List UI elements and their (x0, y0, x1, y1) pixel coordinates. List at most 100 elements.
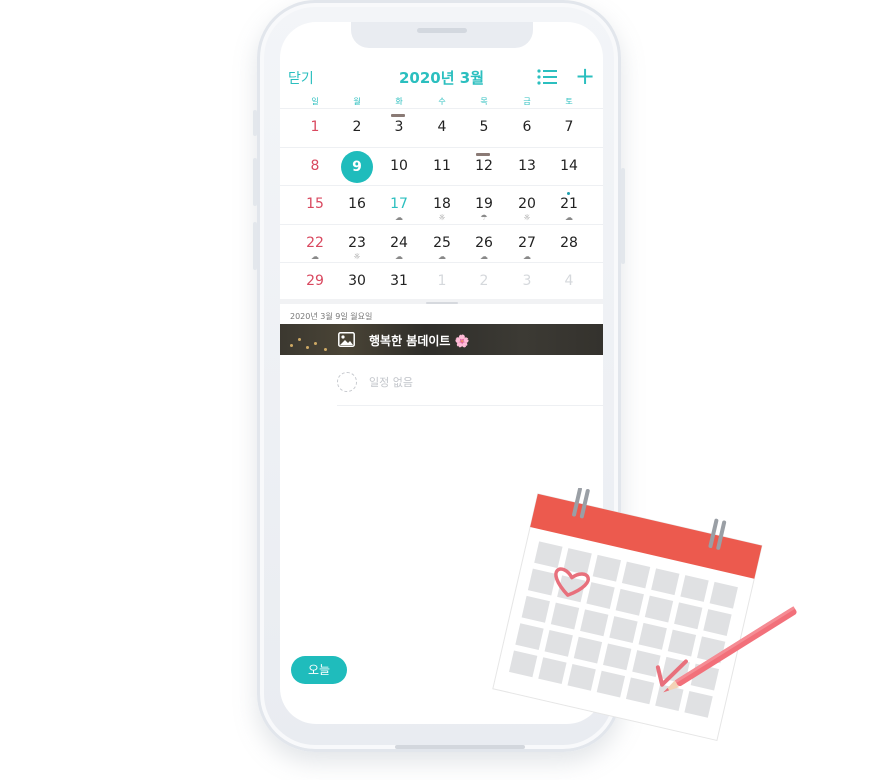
day-number: 15 (306, 196, 324, 212)
day-cell[interactable]: 28 (548, 225, 590, 263)
day-cell[interactable]: 3 (506, 263, 548, 301)
event-strip (391, 114, 405, 117)
day-cell[interactable]: 14 (548, 148, 590, 186)
day-cell[interactable]: 9 (336, 148, 378, 186)
photo-light (298, 338, 301, 341)
phone-volume-up (253, 158, 257, 206)
week-row: 1 2 3 4 5 6 7 (280, 108, 603, 147)
day-cell[interactable]: 10 (378, 148, 420, 186)
day-cell[interactable]: 19 ☂ (463, 186, 505, 224)
weekday-header: 일 월 화 수 목 금 토 (280, 96, 603, 108)
day-cell[interactable]: 11 (421, 148, 463, 186)
day-cell[interactable]: 4 (421, 109, 463, 147)
day-cell[interactable]: 16 (336, 186, 378, 224)
day-number: 23 (348, 234, 366, 251)
day-number: 29 (306, 273, 324, 289)
day-cell[interactable]: 30 (336, 263, 378, 301)
day-cell[interactable]: 13 (506, 148, 548, 186)
day-cell[interactable]: 6 (506, 109, 548, 147)
week-row: 22 ☁ 23 ☼ 24 ☁ 25 ☁ 26 ☁ 27 ☁ 28 (280, 223, 603, 263)
day-cell[interactable]: 2 (463, 263, 505, 301)
notch (351, 22, 533, 48)
week-row: 15 16 17 ☁ 18 ☼ 19 ☂ 20 ☼ 21 ☁ (280, 185, 603, 224)
day-cell[interactable]: 18 ☼ (421, 186, 463, 224)
day-number: 5 (479, 119, 489, 135)
day-cell[interactable]: 1 (294, 109, 336, 147)
image-icon (338, 332, 355, 347)
weather-icon: ☂ (480, 213, 488, 222)
weather-icon: ☼ (523, 213, 531, 222)
weather-icon: ☼ (438, 213, 446, 222)
weekday-label: 일 (311, 97, 319, 106)
event-title: 행복한 봄데이트 🌸 (369, 334, 470, 348)
day-cell[interactable]: 24 ☁ (378, 225, 420, 263)
day-cell[interactable]: 25 ☁ (421, 225, 463, 263)
day-number: 10 (390, 157, 408, 174)
day-number: 4 (437, 119, 447, 135)
day-cell[interactable]: 5 (463, 109, 505, 147)
photo-light (314, 342, 317, 345)
weather-icon: ☁ (395, 213, 403, 222)
photo-light (290, 344, 293, 347)
day-number: 8 (310, 157, 320, 174)
day-number: 7 (564, 119, 574, 135)
day-number: 12 (475, 157, 493, 174)
day-number: 2 (352, 119, 362, 135)
day-number: 19 (475, 196, 493, 212)
plus-icon[interactable]: + (575, 64, 595, 88)
photo-light (324, 348, 327, 351)
day-cell[interactable]: 8 (294, 148, 336, 186)
day-number: 18 (433, 196, 451, 212)
phone-volume-down (253, 222, 257, 270)
day-cell[interactable]: 29 (294, 263, 336, 301)
day-number: 11 (433, 157, 451, 174)
weather-icon: ☁ (438, 251, 446, 261)
day-number: 17 (390, 196, 408, 212)
day-number: 2 (479, 273, 489, 289)
week-row: 8 9 10 11 12 13 14 (280, 146, 603, 186)
photo-light (306, 346, 309, 349)
weather-icon: ☁ (565, 213, 573, 222)
today-button[interactable]: 오늘 (291, 656, 347, 684)
day-cell[interactable]: 15 (294, 186, 336, 224)
selected-date-label: 2020년 3월 9일 월요일 (290, 312, 373, 321)
day-cell[interactable]: 12 (463, 148, 505, 186)
day-number: 30 (348, 273, 366, 289)
day-cell[interactable]: 20 ☼ (506, 186, 548, 224)
day-number: 28 (560, 234, 578, 251)
weather-icon: ☁ (311, 251, 319, 261)
day-number: 3 (522, 273, 532, 289)
day-cell[interactable]: 17 ☁ (378, 186, 420, 224)
day-cell[interactable]: 27 ☁ (506, 225, 548, 263)
day-cell[interactable]: 7 (548, 109, 590, 147)
day-cell[interactable]: 21 ☁ (548, 186, 590, 224)
event-dot (567, 192, 570, 195)
day-number: 14 (560, 157, 578, 174)
day-cell[interactable]: 22 ☁ (294, 225, 336, 263)
day-cell[interactable]: 26 ☁ (463, 225, 505, 263)
no-schedule-label: 일정 없음 (369, 376, 413, 389)
day-cell[interactable]: 2 (336, 109, 378, 147)
day-number: 1 (437, 273, 447, 289)
day-cell[interactable]: 3 (378, 109, 420, 147)
weekday-label: 화 (395, 97, 403, 106)
weekday-label: 토 (565, 97, 573, 106)
drag-handle[interactable] (426, 302, 458, 304)
day-number: 16 (348, 196, 366, 212)
day-cell[interactable]: 23 ☼ (336, 225, 378, 263)
phone-power-button (621, 168, 625, 264)
list-icon[interactable] (536, 68, 558, 86)
separator (337, 405, 603, 406)
empty-circle-icon (337, 372, 357, 392)
event-strip (476, 152, 490, 156)
day-number: 31 (390, 273, 408, 289)
day-cell[interactable]: 4 (548, 263, 590, 301)
weekday-label: 목 (480, 97, 488, 106)
day-number: 3 (394, 119, 404, 135)
weather-icon: ☁ (395, 251, 403, 261)
event-item[interactable]: 행복한 봄데이트 🌸 (280, 324, 603, 355)
day-cell[interactable]: 31 (378, 263, 420, 301)
week-row: 29 30 31 1 2 3 4 (280, 262, 603, 301)
day-cell[interactable]: 1 (421, 263, 463, 301)
speaker (417, 28, 467, 33)
